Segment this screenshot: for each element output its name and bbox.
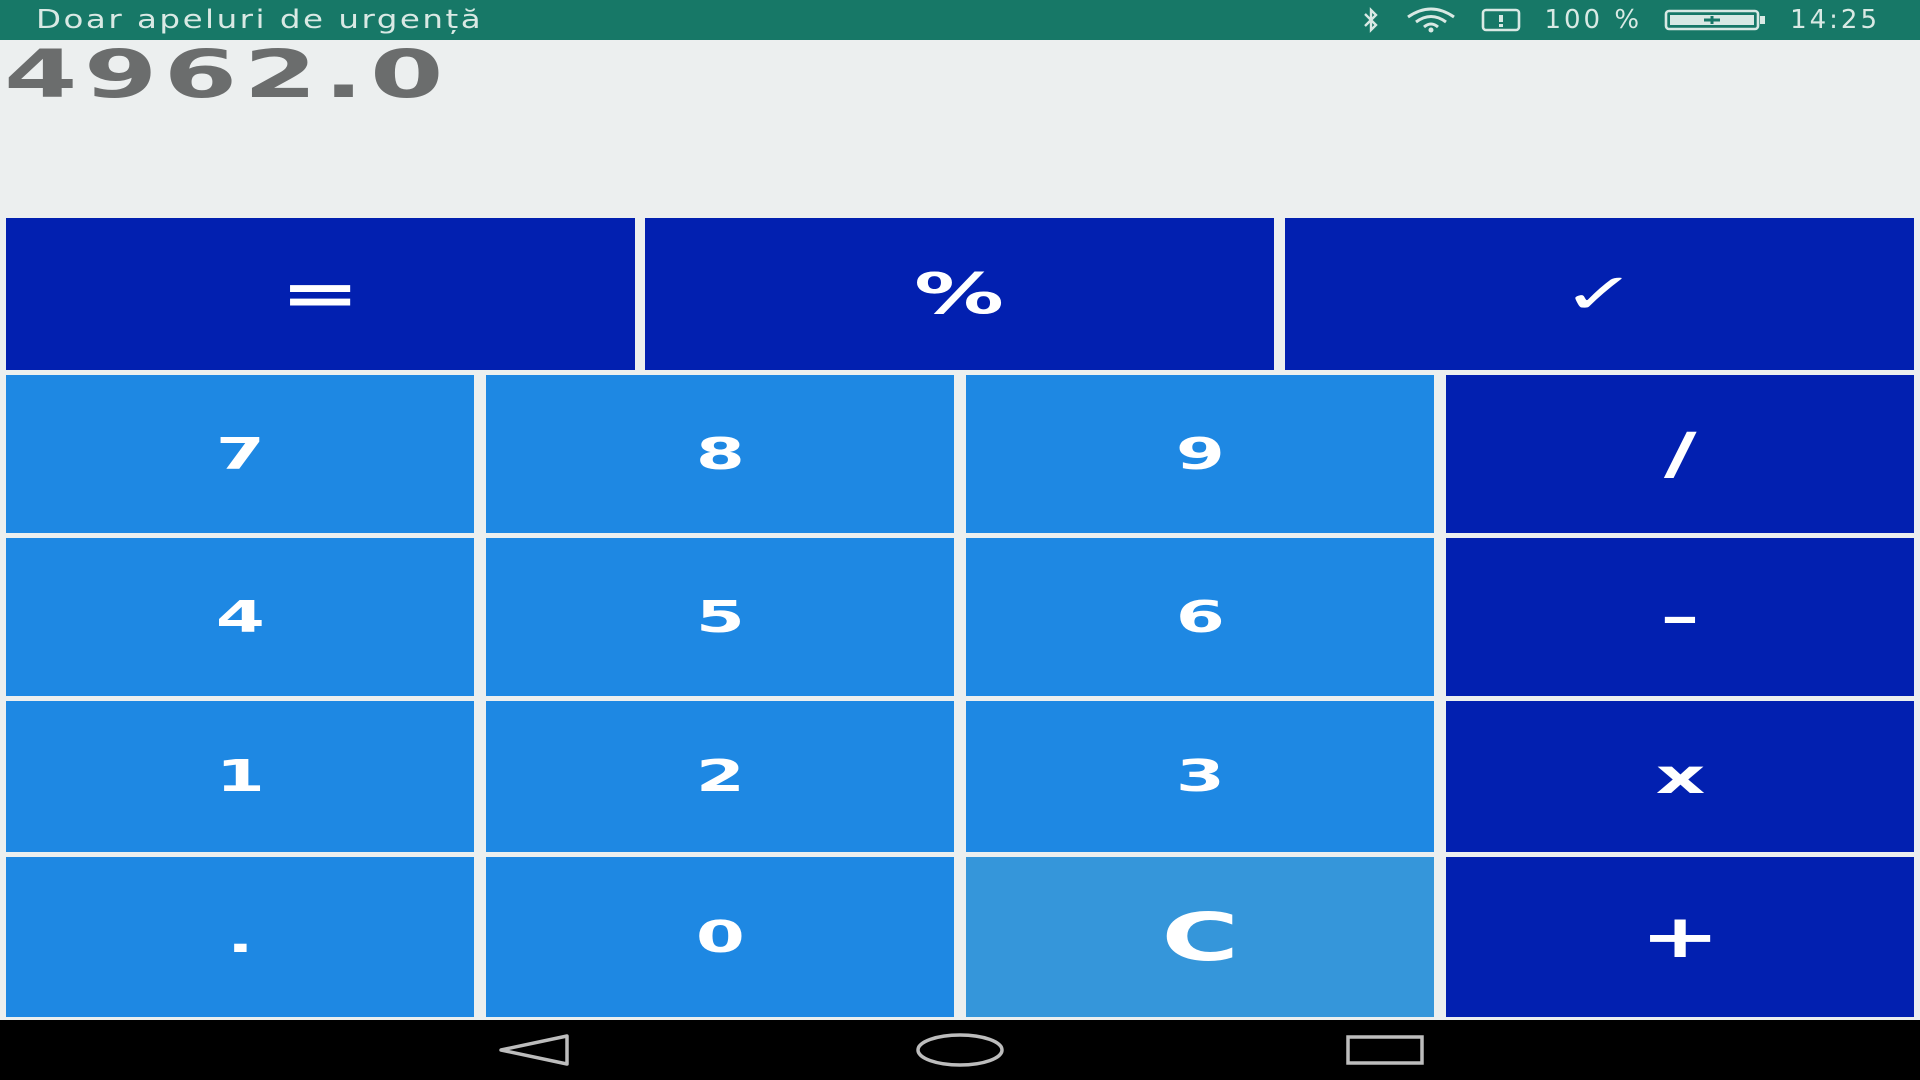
divide-label: / xyxy=(1663,421,1697,487)
home-icon[interactable] xyxy=(914,1030,1006,1075)
digit-2-label: 2 xyxy=(695,751,745,802)
digit-9-button[interactable]: 9 xyxy=(966,375,1434,533)
wifi-icon xyxy=(1404,7,1458,33)
clear-label: C xyxy=(1161,898,1239,976)
digit-4-button[interactable]: 4 xyxy=(6,538,474,696)
check-button[interactable]: ✓ xyxy=(1285,218,1914,370)
result-value: 4962.0 xyxy=(4,36,450,113)
digit-9-label: 9 xyxy=(1175,428,1225,480)
digit-0-button[interactable]: 0 xyxy=(486,857,954,1017)
percent-button[interactable]: % xyxy=(645,218,1274,370)
digit-1-label: 1 xyxy=(215,751,265,802)
battery-saver-icon xyxy=(1480,7,1522,33)
battery-icon xyxy=(1664,7,1768,33)
clear-button[interactable]: C xyxy=(966,857,1434,1017)
digit-8-button[interactable]: 8 xyxy=(486,375,954,533)
check-icon: ✓ xyxy=(1561,261,1638,327)
equals-label: = xyxy=(280,259,361,329)
digit-3-button[interactable]: 3 xyxy=(966,701,1434,852)
digit-3-label: 3 xyxy=(1175,751,1225,802)
navigation-bar xyxy=(0,1020,1920,1080)
bluetooth-icon xyxy=(1360,7,1382,33)
recents-icon[interactable] xyxy=(1344,1030,1426,1075)
digit-2-button[interactable]: 2 xyxy=(486,701,954,852)
digit-6-button[interactable]: 6 xyxy=(966,538,1434,696)
minus-label: – xyxy=(1660,589,1700,645)
clock: 14:25 xyxy=(1790,5,1880,35)
digit-7-label: 7 xyxy=(215,428,265,480)
equals-button[interactable]: = xyxy=(6,218,635,370)
multiply-button[interactable]: x xyxy=(1446,701,1914,852)
decimal-point-button[interactable]: . xyxy=(6,857,474,1017)
carrier-text: Doar apeluri de urgență xyxy=(36,5,484,35)
result-display: 4962.0 xyxy=(0,40,1920,218)
digit-1-button[interactable]: 1 xyxy=(6,701,474,852)
status-icons: 100 % 14:25 xyxy=(1360,5,1880,35)
digit-0-label: 0 xyxy=(695,911,745,963)
plus-label: + xyxy=(1639,902,1721,972)
minus-button[interactable]: – xyxy=(1446,538,1914,696)
decimal-point-label: . xyxy=(226,911,254,963)
digit-8-label: 8 xyxy=(695,428,745,480)
digit-4-label: 4 xyxy=(215,591,265,643)
multiply-label: x xyxy=(1655,748,1705,805)
calculator-screen: Doar apeluri de urgență 100 % 14:25 4962… xyxy=(0,0,1920,1080)
digit-5-label: 5 xyxy=(695,591,745,643)
plus-button[interactable]: + xyxy=(1446,857,1914,1017)
back-icon[interactable] xyxy=(493,1030,573,1075)
divide-button[interactable]: / xyxy=(1446,375,1914,533)
digit-6-label: 6 xyxy=(1175,591,1225,643)
status-bar: Doar apeluri de urgență 100 % 14:25 xyxy=(0,0,1920,40)
digit-7-button[interactable]: 7 xyxy=(6,375,474,533)
battery-percent: 100 % xyxy=(1544,5,1643,35)
percent-label: % xyxy=(914,261,1005,327)
digit-5-button[interactable]: 5 xyxy=(486,538,954,696)
